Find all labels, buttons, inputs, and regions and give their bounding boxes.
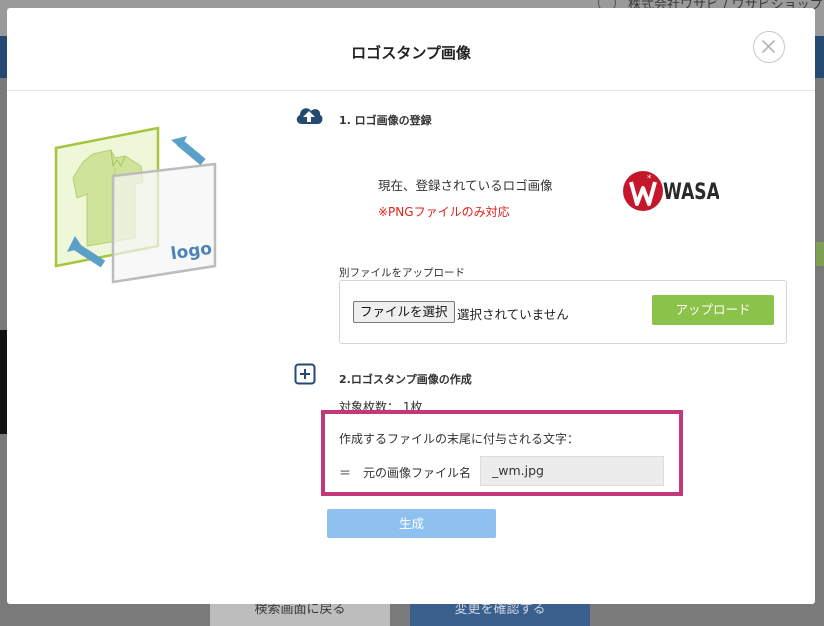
suffix-settings-box: 作成するファイルの末尾に付与される文字： ＝ 元の画像ファイル名 _wm.jpg bbox=[321, 410, 683, 496]
background-green-element bbox=[816, 242, 824, 266]
current-logo-text: WASABI bbox=[663, 179, 719, 205]
current-logo-image: * WASABI bbox=[623, 171, 719, 211]
choose-file-button[interactable]: ファイルを選択 bbox=[353, 301, 455, 323]
current-logo-label: 現在、登録されているロゴ画像 bbox=[378, 178, 553, 193]
upload-button[interactable]: アップロード bbox=[652, 295, 774, 325]
plus-square-icon bbox=[294, 363, 316, 385]
modal-header: ロゴスタンプ画像 bbox=[7, 8, 815, 91]
arrow-top-icon bbox=[171, 136, 206, 166]
png-only-note: ※PNGファイルのみ対応 bbox=[378, 205, 510, 219]
generate-button[interactable]: 生成 bbox=[327, 509, 496, 538]
file-upload-panel: ファイルを選択 選択されていません アップロード bbox=[339, 280, 787, 344]
upload-other-file-label: 別ファイルをアップロード bbox=[339, 267, 465, 279]
close-button[interactable] bbox=[753, 31, 785, 63]
modal-title: ロゴスタンプ画像 bbox=[351, 44, 471, 62]
equals-sign: ＝ bbox=[339, 466, 352, 480]
section-2-title: 2.ロゴスタンプ画像の作成 bbox=[339, 373, 472, 386]
section-1-title: 1. ロゴ画像の登録 bbox=[339, 114, 432, 127]
suffix-label: 作成するファイルの末尾に付与される文字： bbox=[339, 432, 580, 446]
cloud-upload-icon bbox=[296, 108, 323, 124]
logo-stamp-modal: ロゴスタンプ画像 logo 1. ロゴ画像の登録 現在、登録されているロゴ画像 … bbox=[7, 8, 815, 604]
original-filename-label: 元の画像ファイル名 bbox=[363, 466, 472, 480]
logo-stamp-illustration: logo bbox=[54, 126, 217, 284]
file-status-text: 選択されていません bbox=[457, 307, 569, 322]
suffix-input[interactable]: _wm.jpg bbox=[480, 456, 664, 486]
close-icon bbox=[762, 40, 775, 53]
svg-text:*: * bbox=[647, 174, 652, 184]
